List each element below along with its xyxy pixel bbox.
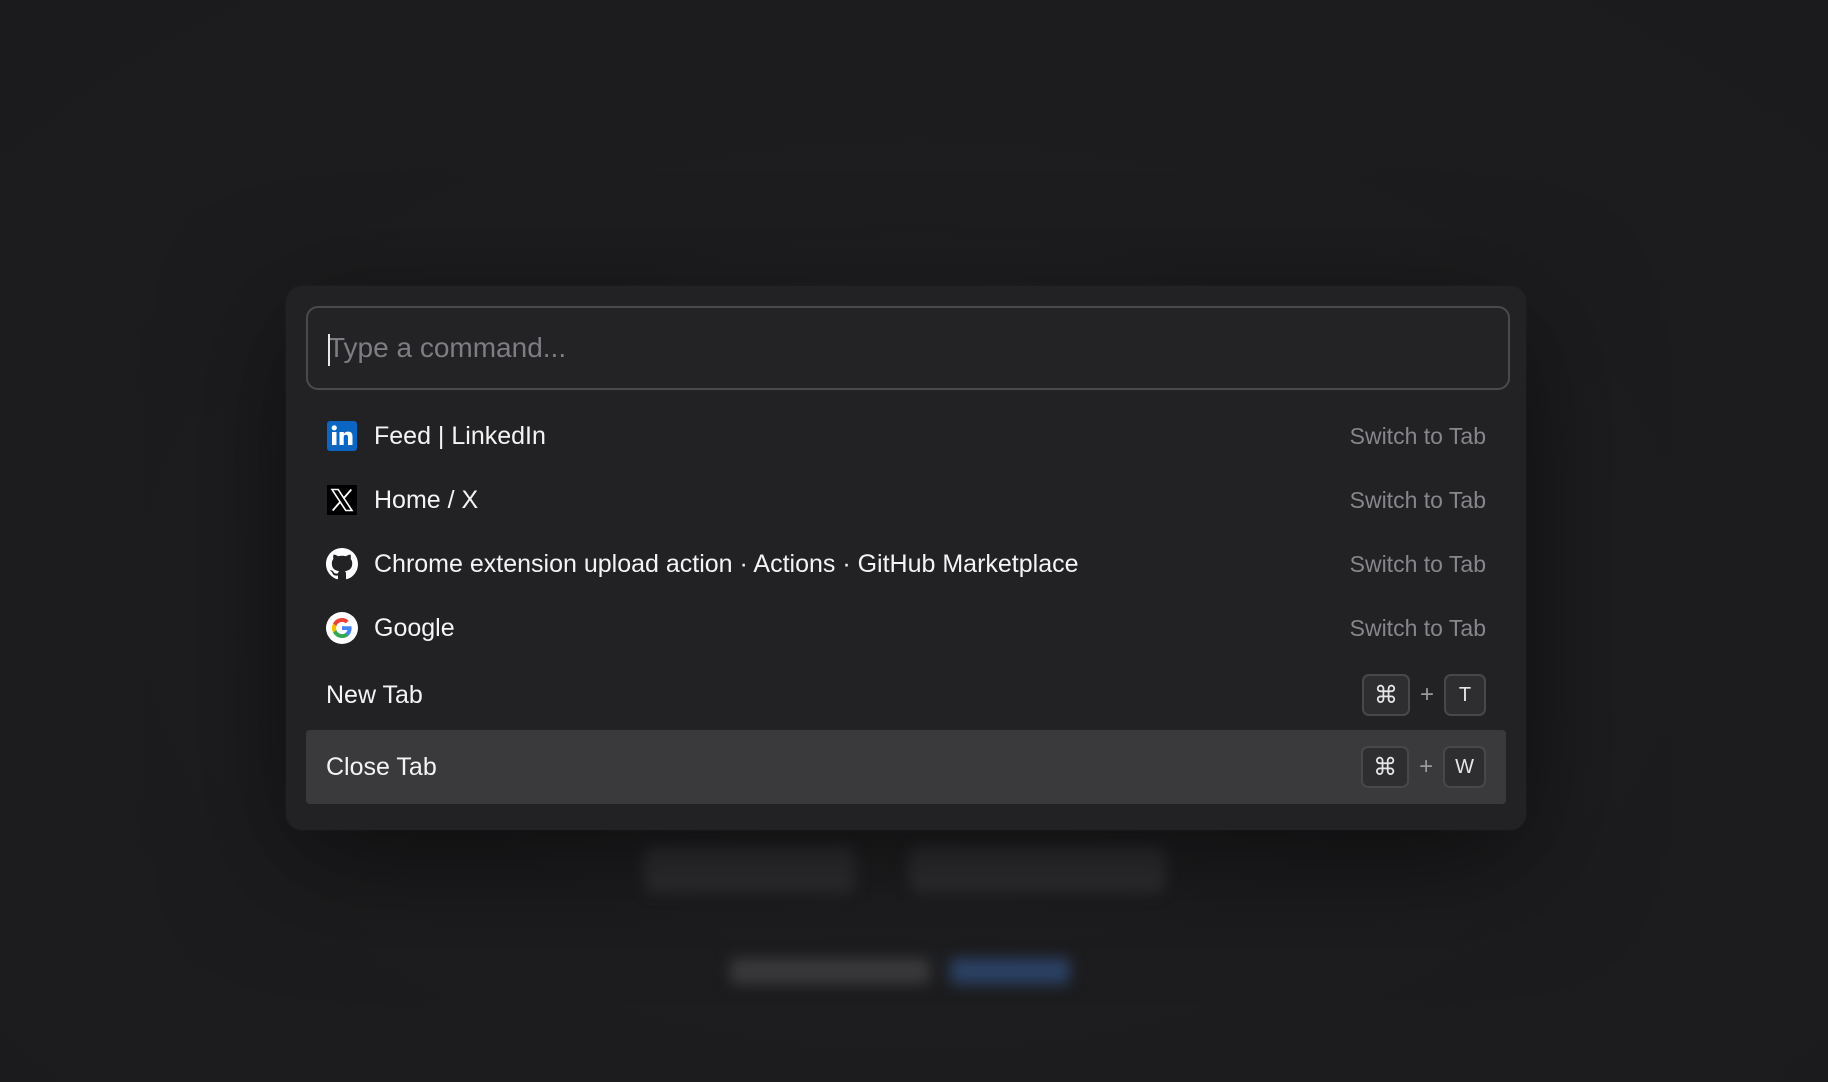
tab-result-x[interactable]: Home / X Switch to Tab: [306, 468, 1506, 532]
command-key-icon: ⌘: [1361, 746, 1410, 788]
tab-title: Chrome extension upload action · Actions…: [374, 549, 1079, 578]
google-icon: [326, 612, 358, 644]
action-label: Close Tab: [326, 752, 437, 781]
switch-to-tab-hint: Switch to Tab: [1349, 422, 1486, 449]
command-key-icon: ⌘: [1361, 674, 1410, 716]
blurred-button: [910, 848, 1165, 892]
tab-result-linkedin[interactable]: Feed | LinkedIn Switch to Tab: [306, 404, 1506, 468]
command-input-container: [306, 306, 1510, 390]
command-palette: Feed | LinkedIn Switch to Tab Home / X S…: [286, 286, 1526, 830]
linkedin-icon: [326, 420, 358, 452]
blurred-link: [950, 958, 1070, 984]
tab-result-github[interactable]: Chrome extension upload action · Actions…: [306, 532, 1506, 596]
action-close-tab[interactable]: Close Tab ⌘ + W: [306, 730, 1506, 804]
keyboard-shortcut: ⌘ + T: [1361, 674, 1486, 716]
tab-title: Feed | LinkedIn: [374, 421, 546, 450]
command-input[interactable]: [308, 308, 1508, 388]
blurred-button: [645, 848, 855, 892]
github-icon: [326, 548, 358, 580]
tab-title: Home / X: [374, 485, 479, 514]
keyboard-shortcut: ⌘ + W: [1361, 746, 1486, 788]
plus-separator: +: [1419, 753, 1434, 780]
switch-to-tab-hint: Switch to Tab: [1349, 550, 1486, 577]
switch-to-tab-hint: Switch to Tab: [1349, 614, 1486, 641]
switch-to-tab-hint: Switch to Tab: [1349, 486, 1486, 513]
plus-separator: +: [1419, 681, 1434, 708]
text-caret: [328, 334, 330, 366]
x-logo-icon: [326, 484, 358, 516]
command-list: Feed | LinkedIn Switch to Tab Home / X S…: [306, 404, 1506, 804]
tab-result-google[interactable]: Google Switch to Tab: [306, 596, 1506, 660]
tab-title: Google: [374, 613, 455, 642]
letter-key: T: [1444, 674, 1486, 716]
blurred-text: [730, 958, 930, 984]
action-new-tab[interactable]: New Tab ⌘ + T: [306, 660, 1506, 730]
action-label: New Tab: [326, 680, 423, 709]
letter-key: W: [1443, 746, 1486, 788]
